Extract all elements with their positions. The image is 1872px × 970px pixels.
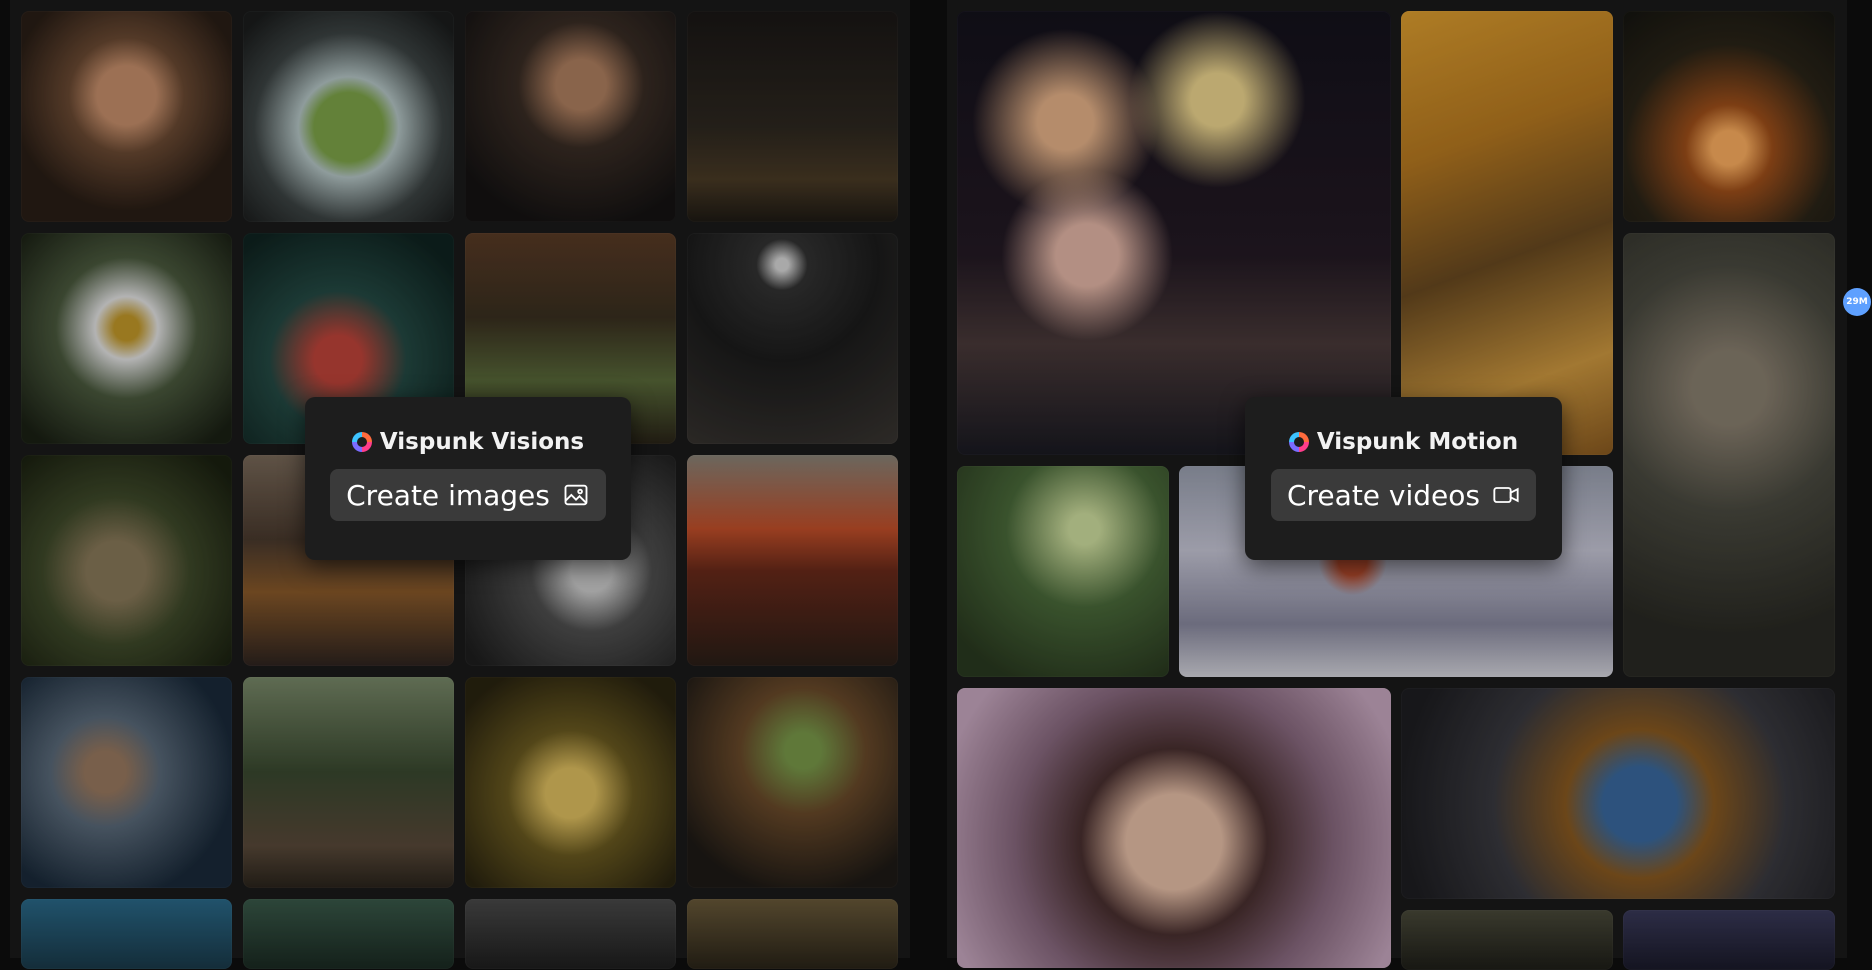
gallery-video-campfire[interactable] (1623, 11, 1835, 222)
count-badge[interactable]: 29M (1843, 288, 1871, 316)
gallery-video-fairies-forest[interactable] (957, 466, 1169, 677)
motion-card-title: Vispunk Motion (1288, 429, 1519, 455)
gallery-image-woman-portrait[interactable] (21, 11, 232, 222)
create-videos-label: Create videos (1286, 478, 1480, 512)
gallery-video-partial-1[interactable] (1401, 910, 1613, 970)
gallery-image-moon-chair[interactable] (687, 233, 898, 444)
video-camera-icon (1493, 487, 1519, 503)
gallery-image-white-flower[interactable] (21, 233, 232, 444)
gallery-image-partial-3[interactable] (465, 899, 676, 969)
gallery-video-sleeping-dragon[interactable] (1401, 688, 1835, 899)
gallery-video-partial-2[interactable] (1623, 910, 1835, 970)
gallery-image-yellow-chick[interactable] (465, 677, 676, 888)
gallery-image-man-portrait[interactable] (465, 11, 676, 222)
gallery-video-smiling-girl[interactable] (957, 688, 1391, 968)
vispunk-logo-icon (1288, 432, 1309, 452)
gallery-video-fireworks[interactable] (957, 11, 1391, 455)
gallery-image-partial-1[interactable] (21, 899, 232, 969)
gallery-image-partial-2[interactable] (243, 899, 454, 969)
gallery-image-astronaut-helmet[interactable] (21, 677, 232, 888)
gallery-image-snail[interactable] (21, 455, 232, 666)
gallery-image-jungle-cyclist[interactable] (243, 677, 454, 888)
gallery-image-night-valley[interactable] (687, 11, 898, 222)
gallery-image-dragon-stroller[interactable] (687, 677, 898, 888)
gallery-image-partial-4[interactable] (687, 899, 898, 969)
motion-title-text: Vispunk Motion (1316, 429, 1519, 455)
gallery-video-robots[interactable] (1623, 233, 1835, 677)
create-videos-button[interactable]: Create videos (1270, 469, 1536, 521)
motion-card: Vispunk Motion Create videos (1245, 397, 1562, 560)
gallery-video-autumn-leaves[interactable] (1401, 11, 1613, 455)
gallery-image-volcano-explorer[interactable] (687, 455, 898, 666)
visions-card-title: Vispunk Visions (351, 429, 585, 455)
visions-card: Vispunk Visions Create images (305, 397, 631, 560)
create-images-button[interactable]: Create images (330, 469, 606, 521)
gallery-image-salad-bowl[interactable] (243, 11, 454, 222)
vispunk-logo-icon (351, 432, 372, 452)
visions-title-text: Vispunk Visions (379, 429, 585, 455)
create-images-label: Create images (346, 478, 550, 512)
image-icon (564, 484, 588, 506)
